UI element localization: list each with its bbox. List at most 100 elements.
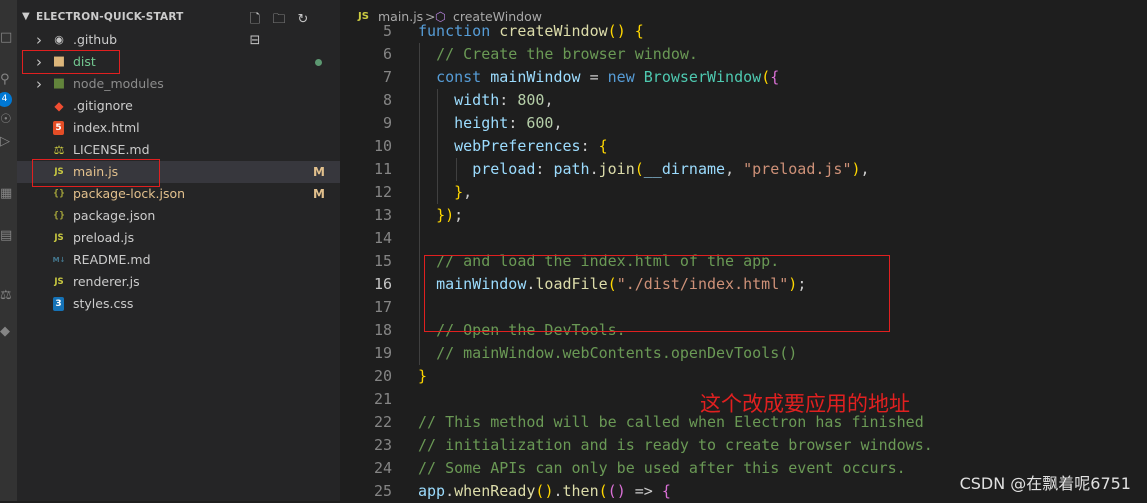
tree-item-gitignore[interactable]: ◆ .gitignore <box>17 95 340 117</box>
highlight-box-dist <box>22 50 120 74</box>
line-number: 24 <box>373 459 392 477</box>
tree-item-styles-css[interactable]: 3 styles.css <box>17 293 340 315</box>
line-number: 13 <box>373 206 392 224</box>
code-text: // Create the browser window. <box>436 45 698 63</box>
git-icon: ◆ <box>54 99 64 113</box>
explorer-title: ELECTRON-QUICK-START <box>36 11 184 23</box>
code-text: }, <box>454 183 473 201</box>
code-line[interactable]: 19 // mainWindow.webContents.openDevTool… <box>340 342 1147 365</box>
code-line[interactable]: 23 // initialization and is ready to crea… <box>340 434 1147 457</box>
code-line[interactable]: 12 }, <box>340 181 1147 204</box>
tree-item-github[interactable]: › ◉ .github <box>17 29 340 51</box>
code-line[interactable]: 8 width: 800, <box>340 89 1147 112</box>
code-line[interactable]: 6 // Create the browser window. <box>340 43 1147 66</box>
explorer-sidebar: ▼ ELECTRON-QUICK-START 🗋 🗀 ↻⊟ › ◉ .github › ■ d… <box>17 0 340 501</box>
line-number: 23 <box>373 436 392 454</box>
indent-guide <box>419 43 420 365</box>
line-number: 5 <box>382 22 392 40</box>
watermark: CSDN @在飘着呢6751 <box>959 474 1131 493</box>
code-line[interactable]: 5 function createWindow() { <box>340 20 1147 43</box>
chevron-right-icon: › <box>36 75 42 93</box>
new-file-icon[interactable]: 🗋 <box>246 11 264 29</box>
highlight-box-code <box>424 255 890 332</box>
code-text: preload: path.join(__dirname, "preload.j… <box>472 160 870 178</box>
tree-item-label: node_modules <box>73 76 164 91</box>
new-folder-icon[interactable]: 🗀 <box>270 11 288 29</box>
tree-item-package-json[interactable]: {} package.json <box>17 205 340 227</box>
code-text: width: 800, <box>454 91 554 109</box>
code-text: function createWindow() { <box>418 22 644 40</box>
run-icon[interactable]: ▷ <box>0 132 17 152</box>
code-text: // initialization and is ready to create… <box>418 436 933 454</box>
line-number: 9 <box>382 114 392 132</box>
source-control-badge: 4 <box>0 92 12 107</box>
code-text: // mainWindow.webContents.openDevTools() <box>436 344 798 362</box>
chevron-down-icon[interactable]: ▼ <box>22 11 30 22</box>
html-icon: 5 <box>53 121 64 135</box>
line-number: 25 <box>373 482 392 500</box>
tree-item-renderer-js[interactable]: JS renderer.js <box>17 271 340 293</box>
tree-item-node-modules[interactable]: › ■ node_modules <box>17 73 340 95</box>
line-number: 19 <box>373 344 392 362</box>
license-icon: ⚖ <box>53 143 65 157</box>
activity-bar: □ ⚲ ☉ ▷ ▦ ▤ ⚖ ◆ 4 <box>0 0 17 501</box>
folder-github-icon: ◉ <box>54 33 64 46</box>
code-line[interactable]: 9 height: 600, <box>340 112 1147 135</box>
extensions-icon[interactable]: ▦ <box>0 184 17 204</box>
source-control-icon[interactable]: ☉ <box>0 110 17 130</box>
untracked-dot-badge <box>315 59 322 66</box>
code-text: app.whenReady().then(() => { <box>418 482 671 500</box>
code-line[interactable]: 11 preload: path.join(__dirname, "preloa… <box>340 158 1147 181</box>
code-text: } <box>418 367 428 385</box>
line-number: 15 <box>373 252 392 270</box>
line-number: 12 <box>373 183 392 201</box>
tree-item-label: .gitignore <box>73 98 133 113</box>
line-number: 18 <box>373 321 392 339</box>
tree-item-index-html[interactable]: 5 index.html <box>17 117 340 139</box>
git-status-badge: M <box>313 165 325 179</box>
remote-icon[interactable]: ▤ <box>0 226 17 246</box>
folder-node-icon: ■ <box>52 76 66 91</box>
code-text: const mainWindow = new BrowserWindow({ <box>436 68 780 86</box>
files-icon[interactable]: □ <box>0 28 17 48</box>
code-line[interactable]: 14 <box>340 227 1147 250</box>
js-icon: JS <box>54 277 64 287</box>
indent-guide <box>437 89 438 204</box>
tree-item-label: .github <box>73 32 118 47</box>
code-text: height: 600, <box>454 114 563 132</box>
line-number: 8 <box>382 91 392 109</box>
line-number: 10 <box>373 137 392 155</box>
accounts-icon[interactable]: ◆ <box>0 322 17 342</box>
line-number: 17 <box>373 298 392 316</box>
line-number: 22 <box>373 413 392 431</box>
tree-item-license-md[interactable]: ⚖ LICENSE.md <box>17 139 340 161</box>
tree-item-label: LICENSE.md <box>73 142 150 157</box>
tree-item-label: styles.css <box>73 296 134 311</box>
tree-item-label: index.html <box>73 120 140 135</box>
markdown-icon: M↓ <box>52 256 66 264</box>
code-line[interactable]: 7 const mainWindow = new BrowserWindow({ <box>340 66 1147 89</box>
code-text: // Some APIs can only be used after this… <box>418 459 906 477</box>
line-number: 14 <box>373 229 392 247</box>
search-icon[interactable]: ⚲ <box>0 70 17 90</box>
explorer-actions: 🗋 🗀 ↻⊟ <box>246 8 340 48</box>
code-line[interactable]: 10 webPreferences: { <box>340 135 1147 158</box>
tree-item-preload-js[interactable]: JS preload.js <box>17 227 340 249</box>
tree-item-readme-md[interactable]: M↓ README.md <box>17 249 340 271</box>
line-number: 6 <box>382 45 392 63</box>
js-icon: JS <box>54 233 64 243</box>
json-icon: {} <box>52 189 66 199</box>
code-line[interactable]: 20} <box>340 365 1147 388</box>
json-icon: {} <box>52 211 66 221</box>
tree-item-label: package.json <box>73 208 156 223</box>
tree-item-label: preload.js <box>73 230 135 245</box>
line-number: 16 <box>373 275 392 293</box>
code-text: webPreferences: { <box>454 137 608 155</box>
git-status-badge: M <box>313 187 325 201</box>
highlight-box-main-js <box>32 159 160 187</box>
code-line[interactable]: 13 }); <box>340 204 1147 227</box>
refresh-icon[interactable]: ↻ <box>294 11 312 29</box>
testing-icon[interactable]: ⚖ <box>0 286 17 306</box>
editor: JS main.js > ⬡ createWindow 5 function cr… <box>340 0 1147 501</box>
css-icon: 3 <box>53 297 64 311</box>
